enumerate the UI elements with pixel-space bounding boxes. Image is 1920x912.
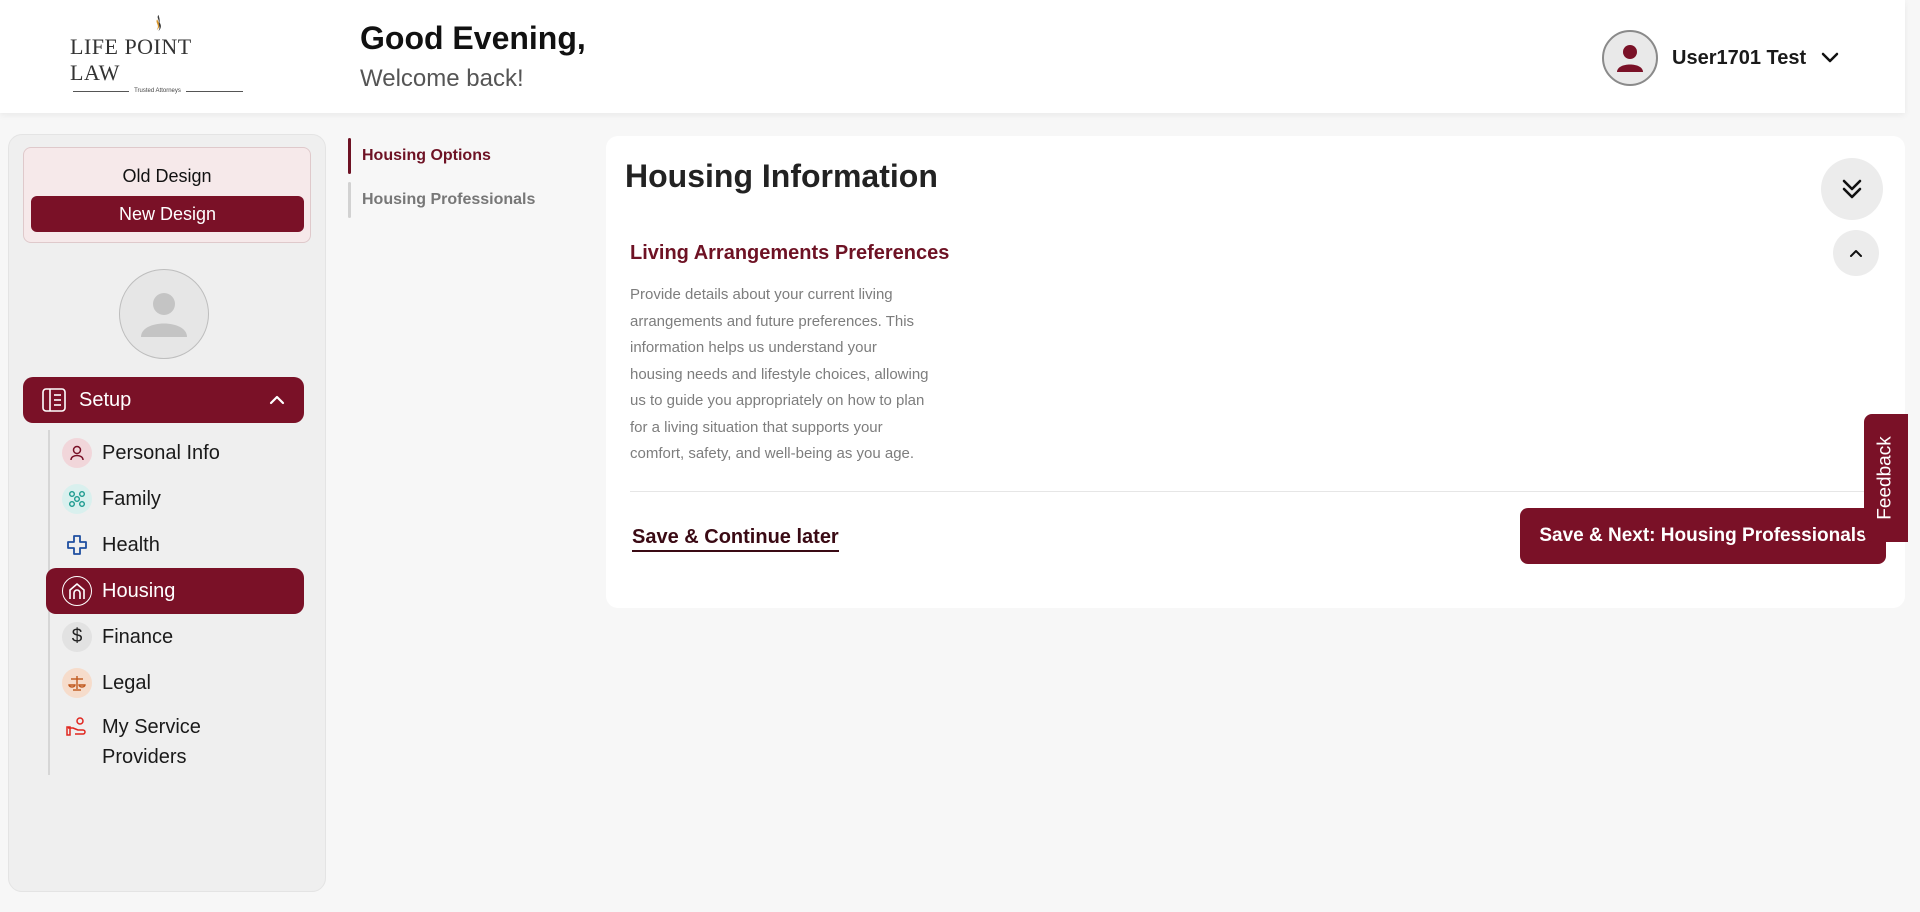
housing-information-card: Housing Information Living Arrangements … [606,136,1905,608]
chevron-down-icon[interactable] [1820,48,1840,68]
subnav-label: Housing Options [362,147,491,164]
sidebar-item-personal-info[interactable]: Personal Info [46,430,304,476]
setup-section-toggle[interactable]: Setup [23,377,304,423]
sidebar-item-finance[interactable]: $ Finance [46,614,304,660]
logo-text: LIFE POINT LAW [70,34,192,85]
new-design-button[interactable]: New Design [31,196,304,232]
page-title: Housing Information [625,158,938,194]
setup-book-icon [42,388,66,412]
service-hand-icon [62,712,92,742]
top-header: LIFE POINT LAW Trusted Attorneys Good Ev… [0,0,1905,113]
save-next-button[interactable]: Save & Next: Housing Professionals [1520,508,1886,564]
sidebar-item-housing[interactable]: Housing [46,568,304,614]
section-title: Living Arrangements Preferences [630,242,950,264]
design-switcher: Old Design New Design [23,147,311,243]
house-icon [62,576,92,606]
divider [630,491,1880,492]
avatar-placeholder-icon [141,293,187,337]
subnav-label: Housing Professionals [362,191,536,208]
chevron-up-icon [269,395,285,405]
user-menu[interactable]: User1701 Test [1602,30,1840,86]
chevron-up-icon [1850,250,1862,257]
sidebar-item-label: Personal Info [102,441,220,464]
save-continue-later-button[interactable]: Save & Continue later [632,526,839,552]
sidebar-item-label: Housing [102,579,176,602]
user-avatar-icon [1617,45,1643,72]
health-cross-icon [62,530,92,560]
collapse-all-button[interactable] [1821,158,1883,220]
user-name[interactable]: User1701 Test [1672,47,1806,70]
family-icon [62,484,92,514]
profile-avatar[interactable] [119,269,209,359]
sidebar-item-label: Finance [102,625,174,648]
feedback-tab[interactable]: Feedback [1864,414,1908,542]
greeting-block: Good Evening, Welcome back! [360,20,586,93]
sidebar-item-label: My Service Providers [102,716,201,768]
sidebar-item-label: Legal [102,671,151,694]
user-avatar[interactable] [1602,30,1658,86]
person-icon [62,438,92,468]
logo-tagline: Trusted Attorneys [134,88,181,94]
greeting-title: Good Evening, [360,20,586,56]
welcome-text: Welcome back! [360,65,524,92]
sidebar-item-family[interactable]: Family [46,476,304,522]
sidebar-item-legal[interactable]: Legal [46,660,304,706]
subnav-housing-professionals[interactable]: Housing Professionals [348,182,568,218]
flame-logo-icon [156,14,161,32]
double-chevron-down-icon [1842,179,1862,199]
sidebar-item-my-service-providers[interactable]: My Service Providers [46,706,304,772]
old-design-option[interactable]: Old Design [24,166,310,187]
logo[interactable]: LIFE POINT LAW Trusted Attorneys [70,14,245,94]
sidebar-item-label: Family [102,487,161,510]
dollar-icon: $ [62,622,92,652]
subnav-housing-options[interactable]: Housing Options [348,138,568,174]
sidebar-item-health[interactable]: Health [46,522,304,568]
setup-label: Setup [79,388,132,411]
sidebar-item-label: Health [102,533,160,556]
feedback-label: Feedback [1875,436,1897,520]
scales-icon [62,668,92,698]
section-collapse-button[interactable] [1833,230,1879,276]
section-description: Provide details about your current livin… [630,286,929,462]
